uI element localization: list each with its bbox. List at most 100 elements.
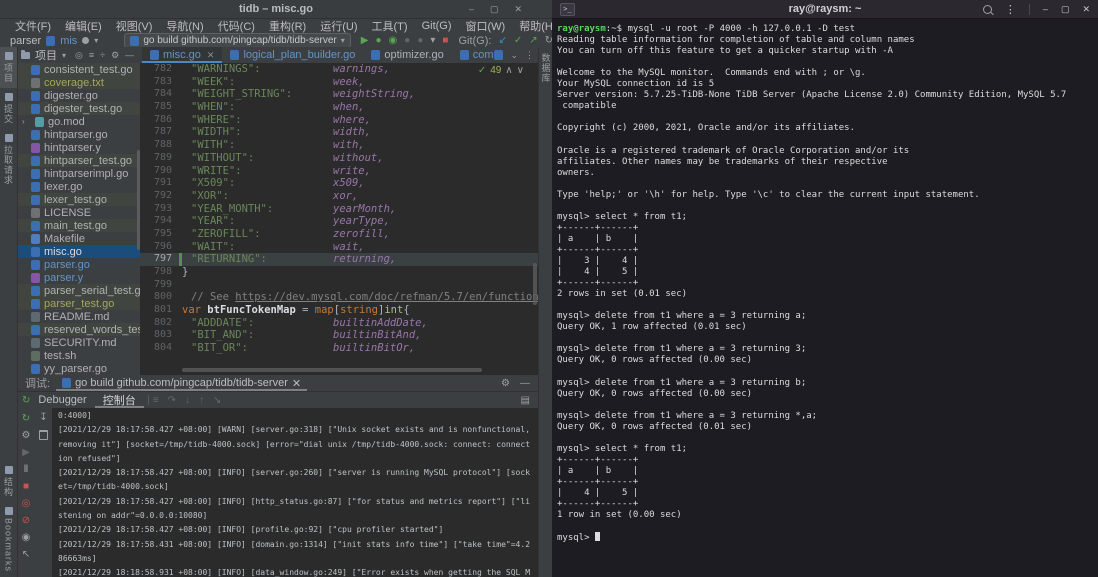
- chevron-right-icon[interactable]: ›: [22, 117, 31, 126]
- breadcrumb-parser[interactable]: parser: [10, 35, 41, 47]
- scroll-to-end-icon[interactable]: ↧: [39, 412, 47, 423]
- chevron-down-icon[interactable]: ⌄: [510, 50, 518, 61]
- maximize-button[interactable]: ▢: [490, 4, 499, 15]
- tree-item-parser_serial_test.go[interactable]: parser_serial_test.go: [17, 284, 140, 297]
- layout-icon[interactable]: ≡: [153, 395, 159, 406]
- run-configuration-select[interactable]: go build github.com/pingcap/tidb/tidb-se…: [124, 33, 350, 48]
- menu-item[interactable]: 视图(V): [109, 18, 160, 34]
- profiler-icon[interactable]: ●: [404, 36, 410, 46]
- project-header-label[interactable]: 项目: [35, 47, 57, 63]
- menu-icon[interactable]: ⋮: [1005, 3, 1016, 16]
- tab-console[interactable]: 控制台: [95, 392, 144, 408]
- prev-issue-icon[interactable]: ∧: [505, 65, 512, 76]
- tree-item-hintparserimpl.go[interactable]: hintparserimpl.go: [17, 167, 140, 180]
- breadcrumb-file[interactable]: mis: [60, 35, 77, 47]
- tree-item-yy_parser.go[interactable]: yy_parser.go: [17, 362, 140, 375]
- pause-icon[interactable]: Ⅱ: [24, 464, 29, 475]
- maximize-button[interactable]: ▢: [1061, 4, 1070, 15]
- editor-horizontal-scrollbar[interactable]: [182, 368, 482, 372]
- wrench-icon[interactable]: ⚙: [22, 430, 31, 441]
- minimize-button[interactable]: –: [469, 4, 474, 14]
- tree-item-LICENSE[interactable]: LICENSE: [17, 206, 140, 219]
- coverage-icon[interactable]: ◉: [389, 36, 398, 46]
- tree-item-main_test.go[interactable]: main_test.go: [17, 219, 140, 232]
- tree-item-reserved_words_test.go[interactable]: reserved_words_test.go: [17, 323, 140, 336]
- gear-icon[interactable]: ⚙: [501, 378, 510, 389]
- menu-item[interactable]: 编辑(E): [58, 18, 109, 34]
- run-to-cursor-icon[interactable]: ↘: [213, 395, 221, 406]
- close-button[interactable]: ✕: [514, 4, 522, 15]
- close-icon[interactable]: ✕: [292, 377, 301, 390]
- menu-item[interactable]: Git(G): [415, 20, 459, 32]
- tree-item-misc.go[interactable]: misc.go: [17, 245, 140, 258]
- tab-common_plans.go[interactable]: common_plans.go: [452, 47, 495, 63]
- tree-item-lexer.go[interactable]: lexer.go: [17, 180, 140, 193]
- rerun-icon[interactable]: ↻: [22, 413, 30, 424]
- minimize-button[interactable]: –: [1043, 4, 1048, 14]
- menu-item[interactable]: 文件(F): [8, 18, 58, 34]
- clear-console-icon[interactable]: [39, 430, 48, 440]
- update-project-icon[interactable]: ↙: [498, 36, 506, 46]
- run-icon[interactable]: ▶: [361, 36, 369, 46]
- sidebar-item-拉取请求[interactable]: 拉取请求: [0, 129, 17, 190]
- menu-item[interactable]: 工具(T): [365, 18, 415, 34]
- step-out-icon[interactable]: ↑: [199, 395, 204, 406]
- stop-icon[interactable]: ■: [23, 481, 29, 492]
- push-icon[interactable]: ↗: [529, 36, 537, 46]
- code-editor[interactable]: ✓ 49 ∧ ∨ 782"WARNINGS":warnings,783"WEEK…: [140, 63, 538, 375]
- tree-item-coverage.txt[interactable]: coverage.txt: [17, 76, 140, 89]
- stop-icon[interactable]: ■: [442, 36, 448, 46]
- thread-dump-icon[interactable]: ◉: [22, 532, 31, 543]
- commit-icon[interactable]: ✓: [514, 36, 522, 46]
- tree-item-hintparser.y[interactable]: hintparser.y: [17, 141, 140, 154]
- chevron-down-icon[interactable]: ▾: [62, 51, 66, 60]
- debug-console[interactable]: 0:4000][2021/12/29 18:17:58.427 +08:00] …: [52, 408, 538, 577]
- rerun-debug-icon[interactable]: ↻: [17, 395, 30, 406]
- collapse-all-icon[interactable]: ÷: [100, 50, 105, 61]
- terminal-screen[interactable]: ray@raysm:~$ mysql -u root -P 4000 -h 12…: [552, 19, 1098, 543]
- tree-scrollbar[interactable]: [137, 150, 140, 250]
- menu-item[interactable]: 导航(N): [159, 18, 210, 34]
- resume-icon[interactable]: ▶: [22, 447, 30, 458]
- expand-all-icon[interactable]: ≡: [89, 50, 94, 61]
- pin-icon[interactable]: ↖: [22, 549, 30, 560]
- sidebar-item-提交[interactable]: 提交: [0, 88, 17, 129]
- step-into-icon[interactable]: ↓: [185, 395, 190, 406]
- menu-item[interactable]: 窗口(W): [459, 18, 513, 34]
- tree-item-digester.go[interactable]: digester.go: [17, 89, 140, 102]
- tree-item-digester_test.go[interactable]: digester_test.go: [17, 102, 140, 115]
- next-issue-icon[interactable]: ∨: [517, 65, 524, 76]
- sidebar-item-结构[interactable]: 结构: [0, 461, 17, 502]
- tree-item-SECURITY.md[interactable]: SECURITY.md: [17, 336, 140, 349]
- chevron-down-icon[interactable]: ▾: [94, 36, 98, 45]
- hide-icon[interactable]: —: [520, 378, 530, 389]
- locate-icon[interactable]: ◎: [75, 50, 83, 61]
- tree-item-test.sh[interactable]: test.sh: [17, 349, 140, 362]
- tree-item-hintparser.go[interactable]: hintparser.go: [17, 128, 140, 141]
- step-over-icon[interactable]: ↷: [168, 395, 176, 406]
- profiler-alt-icon[interactable]: ●: [417, 36, 423, 46]
- menu-item[interactable]: 重构(R): [262, 18, 313, 34]
- tree-item-parser.y[interactable]: parser.y: [17, 271, 140, 284]
- close-icon[interactable]: ✕: [207, 50, 215, 61]
- mute-breakpoints-icon[interactable]: ⊘: [22, 515, 30, 526]
- tab-debugger[interactable]: Debugger: [30, 392, 94, 408]
- tab-misc.go[interactable]: misc.go✕: [142, 47, 222, 63]
- editor-vertical-scrollbar[interactable]: [533, 263, 537, 305]
- tree-item-parser.go[interactable]: parser.go: [17, 258, 140, 271]
- sidebar-item-数据库[interactable]: 数据库: [540, 53, 553, 83]
- sidebar-item-Bookmarks[interactable]: Bookmarks: [0, 502, 17, 577]
- inspection-widget[interactable]: ✓ 49 ∧ ∨: [478, 65, 524, 76]
- tab-optimizer.go[interactable]: optimizer.go: [363, 47, 451, 63]
- close-button[interactable]: ✕: [1082, 4, 1090, 15]
- tab-logical_plan_builder.go[interactable]: logical_plan_builder.go: [222, 47, 363, 63]
- tree-item-lexer_test.go[interactable]: lexer_test.go: [17, 193, 140, 206]
- menu-item[interactable]: 代码(C): [211, 18, 262, 34]
- tree-item-consistent_test.go[interactable]: consistent_test.go: [17, 63, 140, 76]
- gear-icon[interactable]: ⚙: [111, 50, 119, 61]
- tree-item-Makefile[interactable]: Makefile: [17, 232, 140, 245]
- sidebar-item-项目[interactable]: 项目: [0, 47, 17, 88]
- view-breakpoints-icon[interactable]: ◎: [22, 498, 31, 509]
- search-icon[interactable]: [983, 5, 992, 14]
- menu-item[interactable]: 运行(U): [313, 18, 364, 34]
